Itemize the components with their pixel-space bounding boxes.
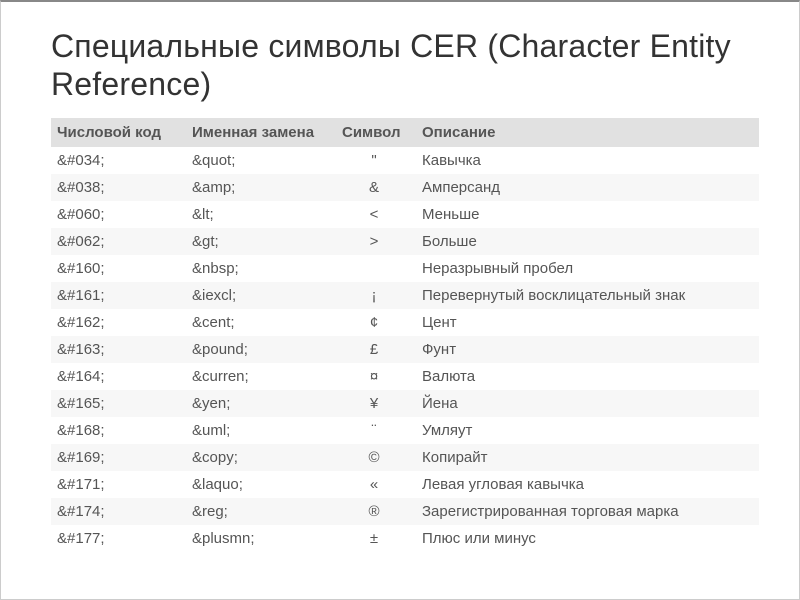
cell-numeric: &#174; — [51, 498, 186, 525]
cell-named: &plusmn; — [186, 525, 336, 552]
cell-numeric: &#163; — [51, 336, 186, 363]
table-row: &#038;&amp;&Амперсанд — [51, 174, 759, 201]
cell-numeric: &#171; — [51, 471, 186, 498]
cell-symbol: ¨ — [336, 417, 416, 444]
cell-numeric: &#062; — [51, 228, 186, 255]
cell-numeric: &#164; — [51, 363, 186, 390]
cell-symbol: > — [336, 228, 416, 255]
cell-named: &uml; — [186, 417, 336, 444]
cell-numeric: &#060; — [51, 201, 186, 228]
cell-symbol: < — [336, 201, 416, 228]
cell-symbol: ¢ — [336, 309, 416, 336]
cell-desc: Плюс или минус — [416, 525, 759, 552]
cell-named: &lt; — [186, 201, 336, 228]
cell-named: &quot; — [186, 147, 336, 174]
cell-named: &iexcl; — [186, 282, 336, 309]
table-row: &#174;&reg;®Зарегистрированная торговая … — [51, 498, 759, 525]
col-desc: Описание — [416, 118, 759, 147]
cell-desc: Фунт — [416, 336, 759, 363]
col-numeric: Числовой код — [51, 118, 186, 147]
cell-named: &cent; — [186, 309, 336, 336]
cell-desc: Кавычка — [416, 147, 759, 174]
table-row: &#160;&nbsp; Неразрывный пробел — [51, 255, 759, 282]
cell-symbol: ± — [336, 525, 416, 552]
cell-symbol: " — [336, 147, 416, 174]
cell-numeric: &#169; — [51, 444, 186, 471]
slide: Специальные символы CER (Character Entit… — [0, 0, 800, 600]
cell-named: &laquo; — [186, 471, 336, 498]
cell-desc: Амперсанд — [416, 174, 759, 201]
cell-named: &amp; — [186, 174, 336, 201]
cell-numeric: &#038; — [51, 174, 186, 201]
col-symbol: Символ — [336, 118, 416, 147]
cell-desc: Больше — [416, 228, 759, 255]
cell-desc: Неразрывный пробел — [416, 255, 759, 282]
cell-named: &reg; — [186, 498, 336, 525]
cell-named: &gt; — [186, 228, 336, 255]
cell-symbol: ® — [336, 498, 416, 525]
cell-desc: Копирайт — [416, 444, 759, 471]
table-row: &#162;&cent;¢Цент — [51, 309, 759, 336]
table-row: &#171;&laquo;«Левая угловая кавычка — [51, 471, 759, 498]
page-title: Специальные символы CER (Character Entit… — [51, 28, 759, 104]
table-row: &#034;&quot;"Кавычка — [51, 147, 759, 174]
entities-table: Числовой код Именная замена Символ Описа… — [51, 118, 759, 552]
table-row: &#164;&curren;¤Валюта — [51, 363, 759, 390]
table-header-row: Числовой код Именная замена Символ Описа… — [51, 118, 759, 147]
cell-symbol: & — [336, 174, 416, 201]
cell-numeric: &#177; — [51, 525, 186, 552]
cell-numeric: &#165; — [51, 390, 186, 417]
table-row: &#060;&lt;<Меньше — [51, 201, 759, 228]
table-row: &#169;&copy;©Копирайт — [51, 444, 759, 471]
cell-numeric: &#161; — [51, 282, 186, 309]
table-row: &#163;&pound;£Фунт — [51, 336, 759, 363]
cell-named: &yen; — [186, 390, 336, 417]
table-row: &#165;&yen;¥Йена — [51, 390, 759, 417]
table-row: &#168;&uml;¨Умляут — [51, 417, 759, 444]
cell-desc: Перевернутый восклицательный знак — [416, 282, 759, 309]
cell-symbol: ¤ — [336, 363, 416, 390]
cell-desc: Умляут — [416, 417, 759, 444]
cell-numeric: &#034; — [51, 147, 186, 174]
cell-numeric: &#160; — [51, 255, 186, 282]
cell-desc: Йена — [416, 390, 759, 417]
cell-named: &copy; — [186, 444, 336, 471]
cell-symbol: « — [336, 471, 416, 498]
cell-desc: Левая угловая кавычка — [416, 471, 759, 498]
cell-named: &pound; — [186, 336, 336, 363]
cell-numeric: &#162; — [51, 309, 186, 336]
table-row: &#062;&gt;>Больше — [51, 228, 759, 255]
cell-symbol — [336, 255, 416, 282]
table-row: &#177;&plusmn;±Плюс или минус — [51, 525, 759, 552]
cell-desc: Зарегистрированная торговая марка — [416, 498, 759, 525]
cell-desc: Цент — [416, 309, 759, 336]
cell-symbol: £ — [336, 336, 416, 363]
cell-symbol: © — [336, 444, 416, 471]
cell-symbol: ¡ — [336, 282, 416, 309]
cell-symbol: ¥ — [336, 390, 416, 417]
table-row: &#161;&iexcl;¡Перевернутый восклицательн… — [51, 282, 759, 309]
cell-named: &curren; — [186, 363, 336, 390]
cell-desc: Валюта — [416, 363, 759, 390]
cell-desc: Меньше — [416, 201, 759, 228]
col-named: Именная замена — [186, 118, 336, 147]
cell-numeric: &#168; — [51, 417, 186, 444]
cell-named: &nbsp; — [186, 255, 336, 282]
